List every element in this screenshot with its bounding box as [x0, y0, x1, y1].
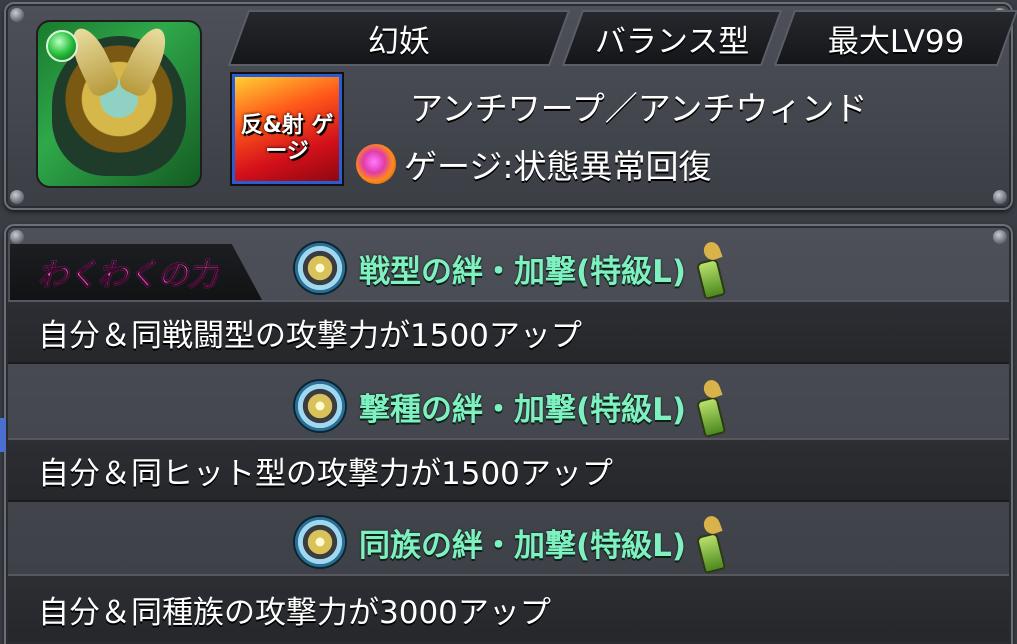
fruit-bottle-icon — [696, 516, 722, 568]
skill-name: 撃種の絆・加撃(特級L) — [358, 391, 687, 428]
type-tag: バランス型 — [561, 10, 783, 66]
skill-medal-icon — [294, 243, 345, 293]
wakuwaku-item-header[interactable]: 戦型の絆・加撃(特級L) — [8, 238, 1009, 298]
skill-name: 戦型の絆・加撃(特級L) — [358, 253, 687, 290]
wakuwaku-item-description: 自分＆同戦闘型の攻撃力が1500アップ — [8, 300, 1009, 364]
monster-portrait-icon[interactable] — [36, 20, 202, 188]
main-ability-text: アンチワープ／アンチウィンド — [410, 89, 868, 128]
wakuwaku-item-description: 自分＆同種族の攻撃力が3000アップ — [8, 574, 1009, 642]
skill-medal-icon — [294, 517, 345, 567]
fruit-bottle-icon — [696, 380, 722, 432]
rivet-icon — [10, 190, 24, 204]
attribute-orb-icon — [46, 30, 78, 62]
skill-name: 同族の絆・加撃(特級L) — [358, 527, 687, 564]
reflect-gauge-badge-icon: 反&射 ゲージ — [232, 74, 342, 184]
level-label: 最大LV99 — [827, 23, 965, 60]
wakuwaku-item-header[interactable]: 同族の絆・加撃(特級L) — [8, 512, 1009, 572]
race-label: 幻妖 — [368, 23, 430, 60]
wakuwaku-item-description: 自分＆同ヒット型の攻撃力が1500アップ — [8, 438, 1009, 502]
fruit-bottle-icon — [696, 242, 722, 294]
badge-text: 反&射 ゲージ — [240, 113, 334, 164]
skill-description: 自分＆同戦闘型の攻撃力が1500アップ — [38, 317, 582, 354]
rivet-icon — [10, 8, 24, 22]
scroll-marker — [0, 418, 6, 452]
skill-medal-icon — [294, 381, 345, 431]
gauge-orb-icon — [356, 144, 396, 184]
race-tag: 幻妖 — [227, 10, 571, 66]
skill-description: 自分＆同ヒット型の攻撃力が1500アップ — [38, 455, 613, 492]
wakuwaku-item-header[interactable]: 撃種の絆・加撃(特級L) — [8, 376, 1009, 436]
skill-description: 自分＆同種族の攻撃力が3000アップ — [38, 594, 551, 631]
gauge-ability-text: ゲージ:状態異常回復 — [404, 147, 712, 186]
level-tag: 最大LV99 — [773, 10, 1017, 66]
type-label: バランス型 — [594, 23, 750, 60]
rivet-icon — [993, 190, 1007, 204]
